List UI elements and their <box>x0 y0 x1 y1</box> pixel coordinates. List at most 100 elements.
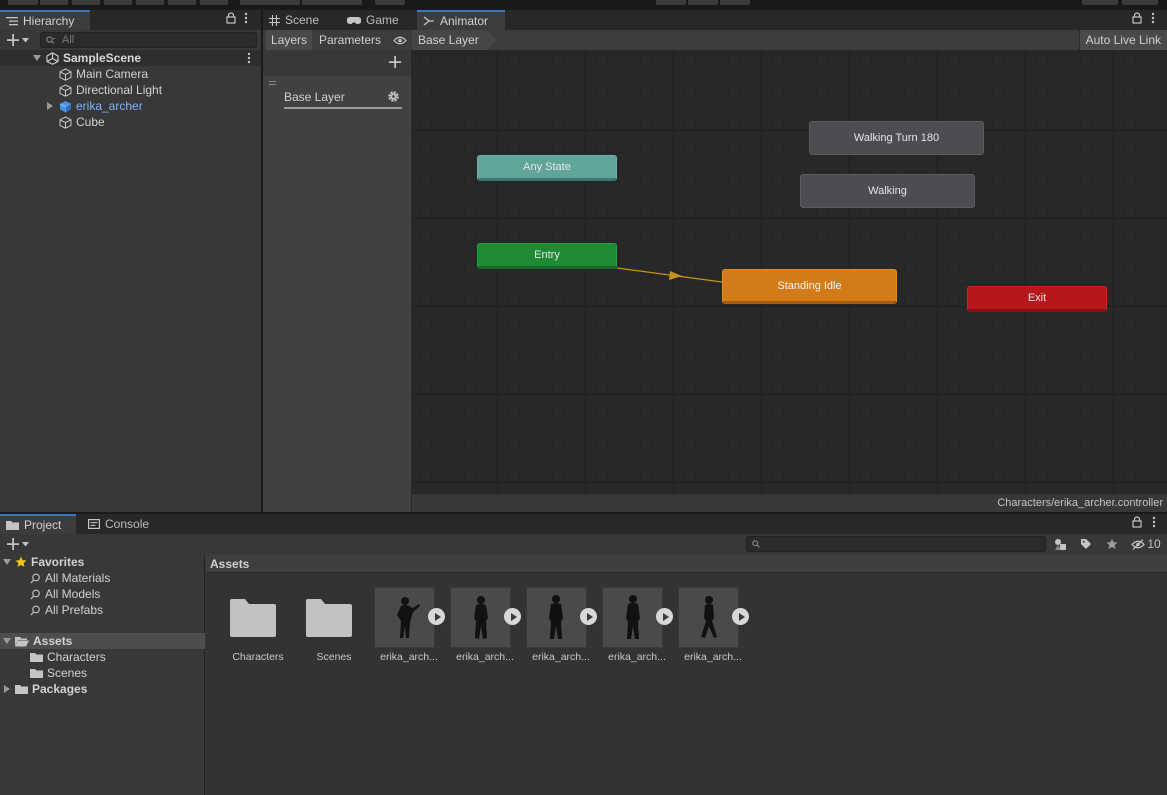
add-layer-button[interactable] <box>387 54 403 70</box>
character-thumbnail <box>678 587 739 648</box>
play-preview-button[interactable] <box>732 608 749 625</box>
tab-console[interactable]: Console <box>82 514 162 534</box>
toolbar-button[interactable] <box>302 0 362 5</box>
tab-layers[interactable]: Layers <box>266 30 313 50</box>
project-search-input[interactable] <box>746 536 1046 552</box>
tree-all-prefabs[interactable]: All Prefabs <box>0 602 205 618</box>
prefab-cube-icon <box>58 99 72 113</box>
lock-icon[interactable] <box>1132 516 1142 528</box>
kebab-menu-icon[interactable] <box>244 12 248 24</box>
tree-favorites[interactable]: Favorites <box>0 554 205 570</box>
star-icon[interactable] <box>1102 536 1122 552</box>
auto-live-link-button[interactable]: Auto Live Link <box>1078 30 1167 50</box>
state-entry[interactable]: Entry <box>477 243 617 269</box>
hierarchy-search-input[interactable]: All <box>40 32 257 48</box>
toolbar-button[interactable] <box>8 0 38 5</box>
lock-icon[interactable] <box>1132 12 1142 24</box>
tab-parameters[interactable]: Parameters <box>314 30 386 50</box>
hierarchy-item-main-camera[interactable]: Main Camera <box>0 66 261 82</box>
tree-all-models[interactable]: All Models <box>0 586 205 602</box>
hidden-packages-toggle[interactable]: 10 <box>1128 536 1164 552</box>
gamepad-icon <box>347 16 361 25</box>
tree-packages[interactable]: Packages <box>0 681 205 697</box>
kebab-menu-icon[interactable] <box>1152 516 1156 528</box>
toolbar-button[interactable] <box>1082 0 1118 5</box>
hierarchy-item-directional-light[interactable]: Directional Light <box>0 82 261 98</box>
state-machine-graph[interactable]: Walking Turn 180 Any State Walking Entry… <box>412 50 1167 512</box>
toolbar-button[interactable] <box>72 0 100 5</box>
step-button[interactable] <box>720 0 750 5</box>
search-icon <box>30 573 41 584</box>
character-silhouette-icon <box>474 596 488 639</box>
create-dropdown[interactable] <box>4 33 32 47</box>
gameobject-cube-icon <box>58 83 72 97</box>
state-label: Walking <box>868 185 907 197</box>
layer-weight-bar[interactable] <box>284 107 402 109</box>
kebab-menu-icon[interactable] <box>1151 12 1155 24</box>
asset-folder-characters[interactable]: Characters <box>223 587 293 667</box>
scene-row[interactable]: SampleScene <box>0 50 261 66</box>
expand-arrow-icon[interactable] <box>3 559 11 565</box>
gameobject-cube-icon <box>58 67 72 81</box>
search-by-type-icon[interactable] <box>1050 536 1070 552</box>
play-preview-button[interactable] <box>580 608 597 625</box>
expand-arrow-icon[interactable] <box>33 55 41 61</box>
label-tag-icon[interactable] <box>1076 536 1096 552</box>
plus-icon <box>389 56 401 68</box>
scene-menu-icon[interactable] <box>247 52 251 64</box>
tree-assets[interactable]: Assets <box>0 633 205 649</box>
drag-handle-icon[interactable] <box>269 81 276 86</box>
state-any-state[interactable]: Any State <box>477 155 617 181</box>
search-icon <box>30 605 41 616</box>
tree-all-materials[interactable]: All Materials <box>0 570 205 586</box>
state-walking[interactable]: Walking <box>800 174 975 208</box>
asset-erika-archer-anim[interactable]: erika_arch... <box>602 587 673 667</box>
state-standing-idle[interactable]: Standing Idle <box>722 269 897 304</box>
play-preview-button[interactable] <box>504 608 521 625</box>
toolbar-button[interactable] <box>1122 0 1158 5</box>
toolbar-button[interactable] <box>375 0 405 5</box>
assets-breadcrumb[interactable]: Assets <box>206 555 1167 573</box>
create-asset-dropdown[interactable] <box>4 537 32 551</box>
play-button[interactable] <box>656 0 686 5</box>
asset-folder-scenes[interactable]: Scenes <box>299 587 369 667</box>
hierarchy-item-cube[interactable]: Cube <box>0 114 261 130</box>
tab-game[interactable]: Game <box>341 10 417 30</box>
pause-button[interactable] <box>688 0 718 5</box>
tab-hierarchy[interactable]: Hierarchy <box>0 10 90 30</box>
asset-erika-archer-anim[interactable]: erika_arch... <box>526 587 597 667</box>
toolbar-button[interactable] <box>40 0 68 5</box>
tab-scene[interactable]: Scene <box>263 10 339 30</box>
expand-arrow-icon[interactable] <box>4 685 10 693</box>
layer-row-base[interactable]: Base Layer <box>263 76 411 116</box>
play-preview-button[interactable] <box>656 608 673 625</box>
expand-arrow-icon[interactable] <box>3 638 11 644</box>
asset-erika-archer-anim[interactable]: erika_arch... <box>374 587 445 667</box>
tree-characters-folder[interactable]: Characters <box>0 649 205 665</box>
console-icon <box>88 519 100 529</box>
toolbar-button[interactable] <box>240 0 300 5</box>
toolbar-button[interactable] <box>104 0 132 5</box>
asset-erika-archer-anim[interactable]: erika_arch... <box>450 587 521 667</box>
play-preview-button[interactable] <box>428 608 445 625</box>
state-walking-turn-180[interactable]: Walking Turn 180 <box>809 121 984 155</box>
asset-erika-archer-anim[interactable]: erika_arch... <box>678 587 749 667</box>
folder-icon <box>228 597 278 639</box>
lock-icon[interactable] <box>226 12 236 24</box>
tab-project[interactable]: Project <box>0 514 76 534</box>
transition-arrow[interactable] <box>616 267 723 283</box>
plus-icon <box>7 34 19 46</box>
tab-animator[interactable]: Animator <box>417 10 505 30</box>
expand-arrow-icon[interactable] <box>47 102 53 110</box>
breadcrumb-base-layer[interactable]: Base Layer <box>412 30 497 50</box>
list-icon <box>6 16 18 26</box>
state-exit[interactable]: Exit <box>967 286 1107 312</box>
toolbar-button[interactable] <box>168 0 196 5</box>
toolbar-button[interactable] <box>200 0 228 5</box>
hierarchy-item-erika-archer[interactable]: erika_archer <box>0 98 261 114</box>
toolbar-button[interactable] <box>136 0 164 5</box>
scene-name: SampleScene <box>63 51 142 65</box>
eye-icon[interactable] <box>391 33 409 47</box>
gear-icon[interactable] <box>387 90 400 103</box>
tree-scenes-folder[interactable]: Scenes <box>0 665 205 681</box>
